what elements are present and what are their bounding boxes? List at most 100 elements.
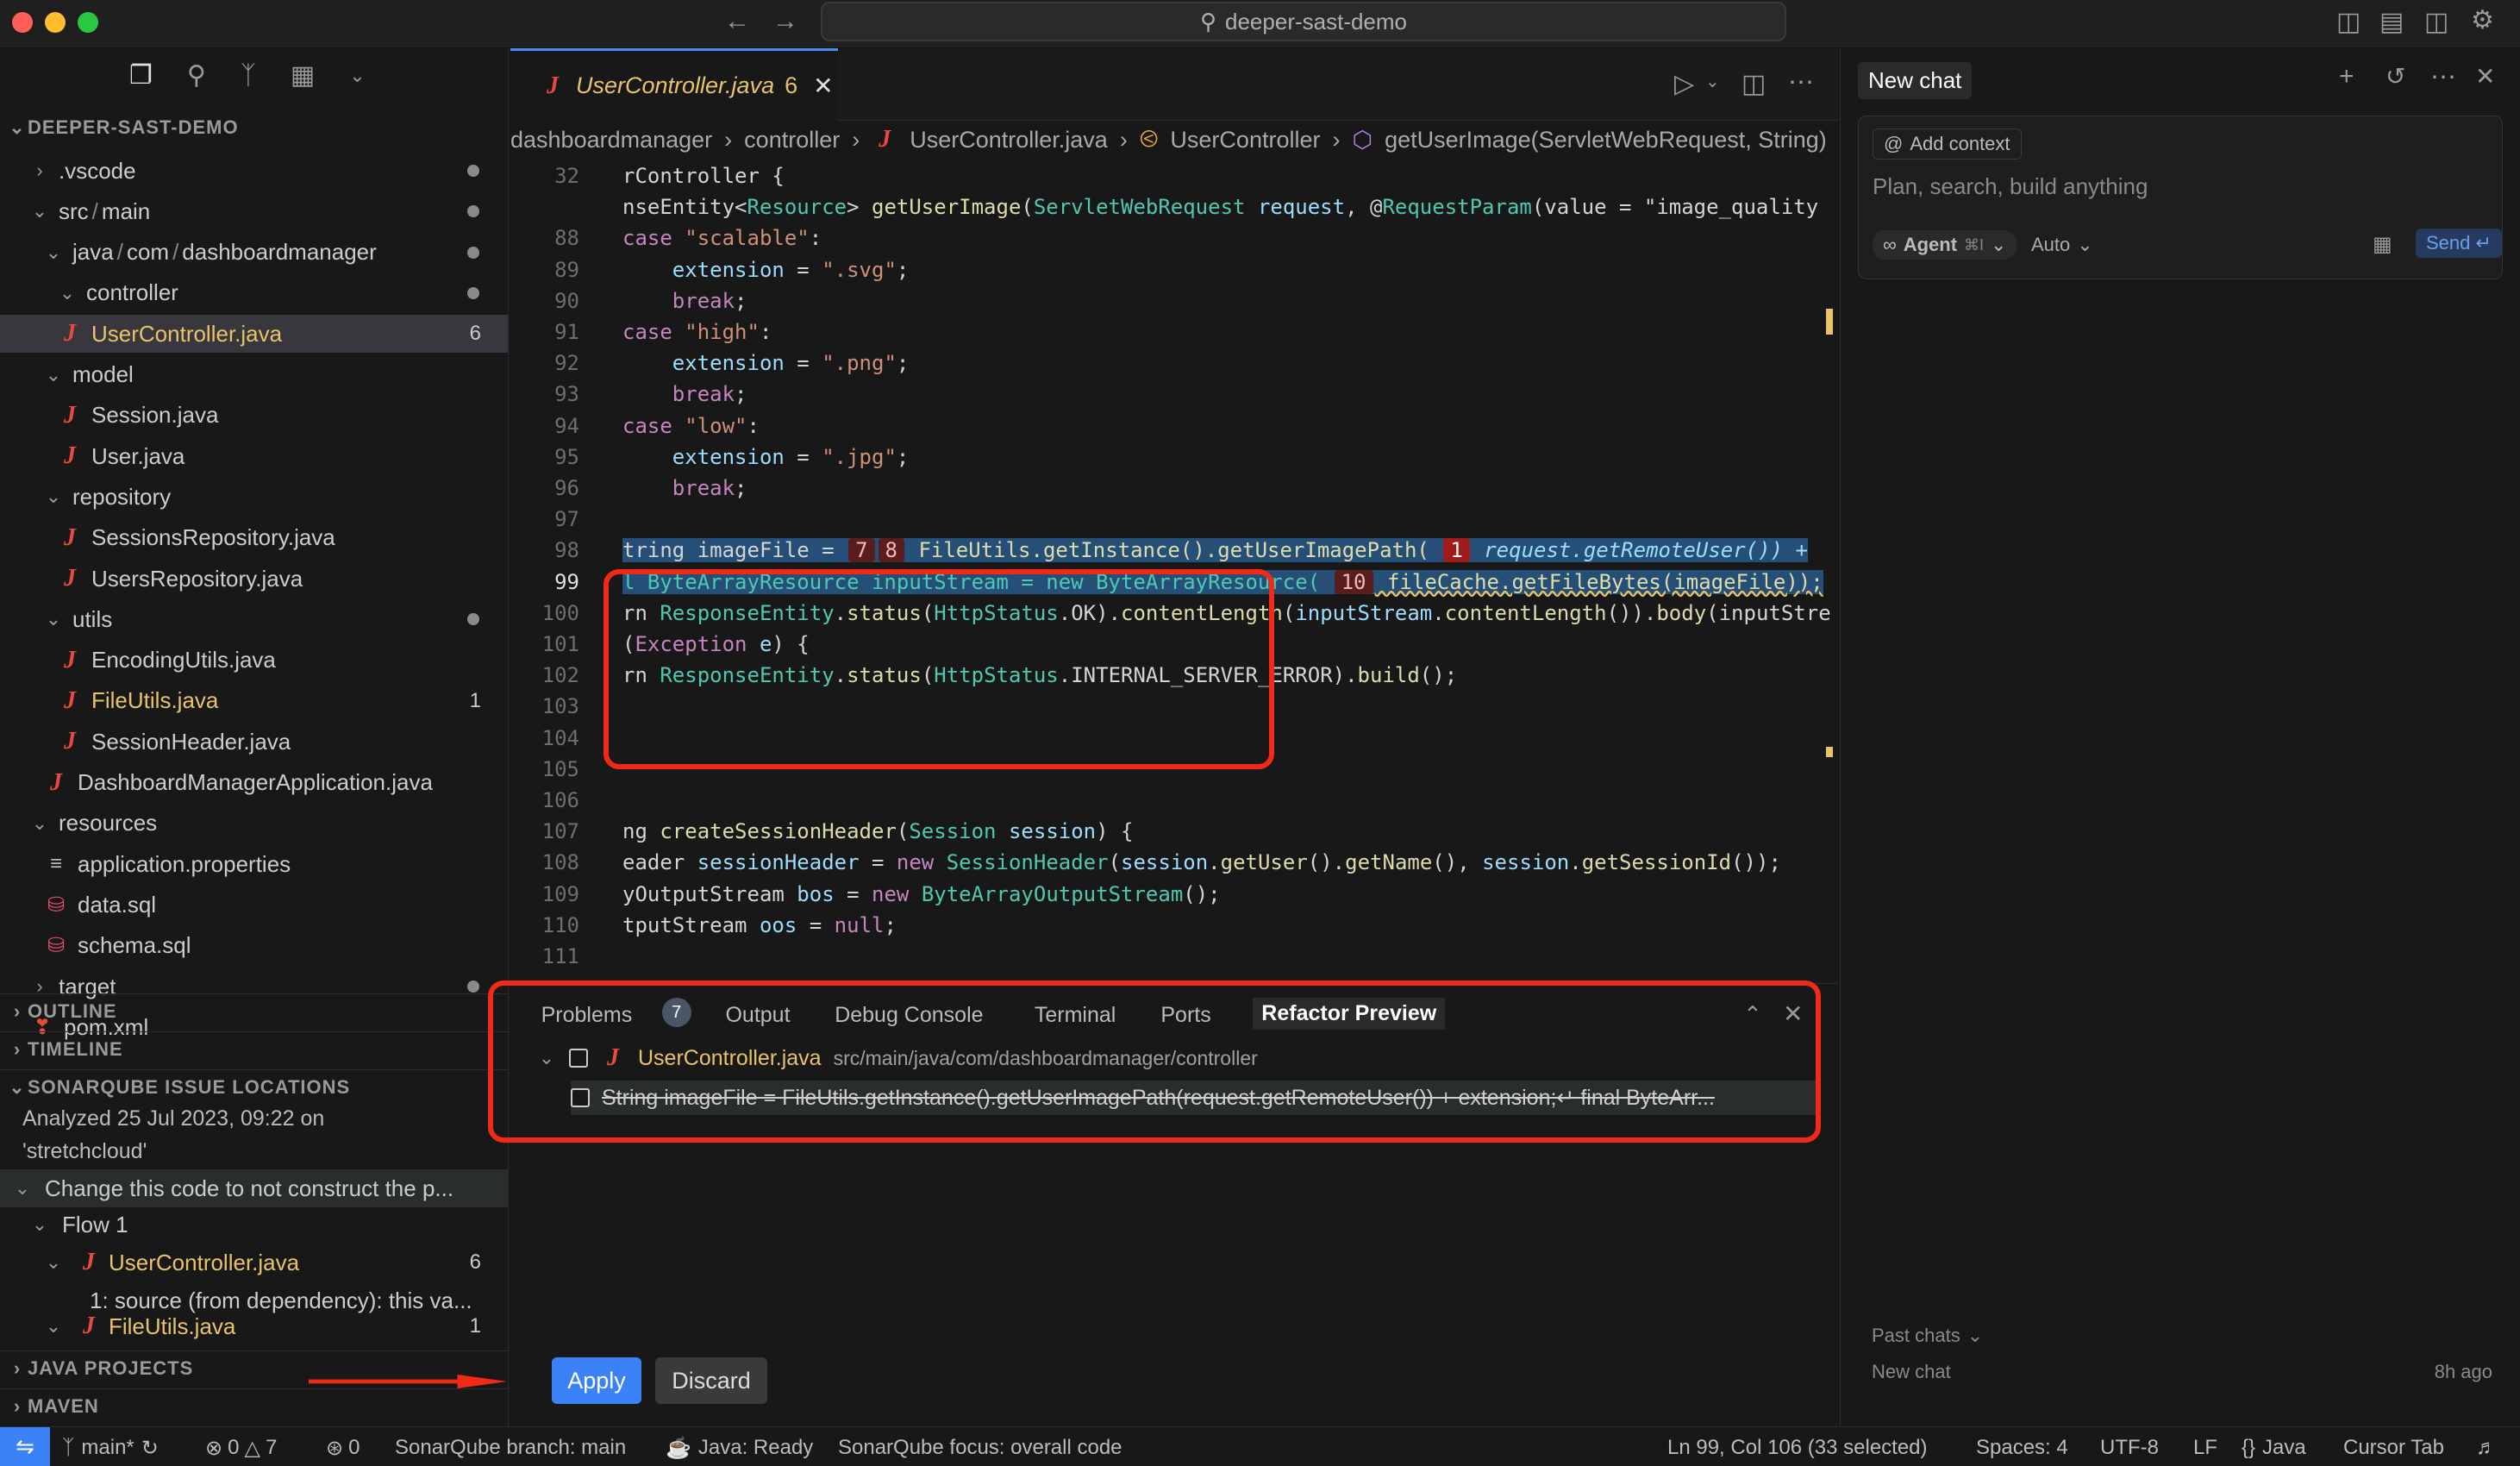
tree-item[interactable]: JSessionsRepository.java: [0, 519, 509, 557]
branch-label: main*: [81, 1436, 134, 1461]
branch-indicator[interactable]: ᛉ main* ↻: [62, 1436, 159, 1461]
close-icon[interactable]: ✕: [2475, 62, 2495, 91]
sync-icon: ↻: [141, 1436, 159, 1461]
command-center-search[interactable]: ⚲ deeper-sast-demo: [821, 2, 1786, 41]
extensions-icon[interactable]: ▦: [291, 60, 315, 91]
discard-button[interactable]: Discard: [655, 1357, 767, 1404]
chat-input-box[interactable]: @Add context Plan, search, build anythin…: [1858, 116, 2503, 279]
indentation-status[interactable]: Spaces: 4: [1976, 1436, 2068, 1460]
outline-section[interactable]: › OUTLINE: [0, 993, 509, 1028]
maximize-window-button[interactable]: [78, 12, 98, 33]
database-icon: ⛁: [43, 933, 69, 958]
encoding-status[interactable]: UTF-8: [2100, 1436, 2159, 1460]
sonar-issue-item[interactable]: ⌄ Change this code to not construct the …: [0, 1169, 509, 1207]
sonar-focus-status[interactable]: SonarQube focus: overall code: [838, 1436, 1122, 1460]
tab-usercontroller[interactable]: J UserController.java 6 ✕: [510, 48, 838, 121]
image-icon[interactable]: ▦: [2373, 232, 2392, 257]
tree-item[interactable]: JUserController.java6: [0, 315, 509, 353]
forward-arrow-icon[interactable]: →: [772, 7, 798, 36]
code-text: FileUtils.getInstance().getUserImagePath…: [906, 538, 1441, 562]
close-window-button[interactable]: [12, 12, 33, 33]
send-button[interactable]: Send↵: [2416, 229, 2502, 258]
split-editor-icon[interactable]: ◫: [1741, 69, 1766, 99]
source-control-icon[interactable]: ᛉ: [241, 60, 256, 91]
breadcrumb-item[interactable]: getUserImage(ServletWebRequest, String): [1385, 127, 1827, 153]
chat-placeholder: Plan, search, build anything: [1873, 173, 2148, 200]
tree-item[interactable]: JUser.java: [0, 437, 509, 475]
tree-item[interactable]: JSession.java: [0, 397, 509, 435]
language-status[interactable]: {}Java: [2242, 1436, 2306, 1460]
issue-badge[interactable]: 7: [848, 538, 874, 562]
agent-mode-dropdown[interactable]: ∞ Agent ⌘I ⌄: [1873, 230, 2017, 260]
apply-button[interactable]: Apply: [552, 1357, 641, 1404]
tree-item[interactable]: JDashboardManagerApplication.java: [0, 764, 509, 802]
cursor-position[interactable]: Ln 99, Col 106 (33 selected): [1667, 1436, 1928, 1460]
tree-item[interactable]: ⛁data.sql: [0, 886, 509, 924]
issue-badge[interactable]: 8: [879, 538, 904, 562]
more-icon[interactable]: ⋯: [2430, 62, 2456, 92]
tree-item-label: Session.java: [91, 402, 218, 429]
remote-icon[interactable]: ⇋: [0, 1427, 50, 1466]
tree-item[interactable]: ›.vscode: [0, 152, 509, 190]
sonarqube-section[interactable]: ⌄ SONARQUBE ISSUE LOCATIONS: [0, 1069, 509, 1104]
past-chats-header[interactable]: Past chats ⌄: [1872, 1325, 1983, 1347]
chat-tab-new[interactable]: New chat: [1858, 62, 1972, 99]
cursor-tab-status[interactable]: Cursor Tab: [2343, 1436, 2444, 1460]
minimize-window-button[interactable]: [45, 12, 66, 33]
more-actions-icon[interactable]: ⋯: [1788, 67, 1814, 97]
toggle-panel-icon[interactable]: ▤: [2379, 7, 2404, 37]
tree-item[interactable]: JFileUtils.java1: [0, 682, 509, 720]
back-arrow-icon[interactable]: ←: [724, 7, 750, 36]
ports-indicator[interactable]: ⊛0: [326, 1436, 360, 1461]
explorer-root-header[interactable]: ⌄ DEEPER-SAST-DEMO: [0, 110, 509, 145]
past-chats-label: Past chats: [1872, 1325, 1960, 1347]
tree-item[interactable]: JSessionHeader.java: [0, 723, 509, 761]
tree-item[interactable]: ⌄model: [0, 356, 509, 394]
tree-item[interactable]: ⌄repository: [0, 478, 509, 516]
issue-badge[interactable]: 10: [1335, 570, 1373, 594]
breadcrumb-item[interactable]: dashboardmanager: [510, 127, 712, 153]
tree-item[interactable]: ⛁schema.sql: [0, 927, 509, 965]
flow-file-item[interactable]: ⌄ J UserController.java 6: [43, 1244, 509, 1281]
tree-item[interactable]: ⌄controller: [0, 274, 509, 312]
sonar-branch-status[interactable]: SonarQube branch: main: [395, 1436, 626, 1460]
flow-item[interactable]: ⌄ Flow 1: [29, 1206, 128, 1244]
chevron-down-icon[interactable]: ⌄: [349, 60, 365, 91]
files-icon[interactable]: ❐: [129, 60, 153, 91]
search-icon[interactable]: ⚲: [187, 60, 206, 91]
analysis-host: 'stretchcloud': [22, 1135, 324, 1168]
breadcrumb-item[interactable]: UserController: [1170, 127, 1320, 153]
maven-section[interactable]: › MAVEN: [0, 1388, 509, 1423]
tree-item[interactable]: ⌄java/com/dashboardmanager: [0, 234, 509, 272]
problems-indicator[interactable]: ⊗0 △7: [205, 1436, 277, 1461]
breadcrumb-item[interactable]: controller: [744, 127, 840, 153]
java-status[interactable]: ☕Java: Ready: [666, 1436, 813, 1461]
chevron-down-icon[interactable]: ⌄: [1705, 71, 1720, 92]
tree-item[interactable]: JEncodingUtils.java: [0, 642, 509, 680]
run-icon[interactable]: ▷: [1674, 69, 1694, 99]
maven-label: MAVEN: [28, 1395, 99, 1418]
timeline-section[interactable]: › TIMELINE: [0, 1031, 509, 1066]
model-dropdown[interactable]: Auto ⌄: [2031, 234, 2093, 256]
history-icon[interactable]: ↺: [2386, 62, 2405, 91]
add-context-button[interactable]: @Add context: [1873, 128, 2022, 160]
tree-item[interactable]: ⌄resources: [0, 805, 509, 843]
issue-badge[interactable]: 1: [1443, 538, 1469, 562]
toggle-sidebar-icon[interactable]: ◫: [2336, 7, 2361, 37]
coffee-icon: ☕: [666, 1436, 691, 1461]
tree-item[interactable]: ⌄src/main: [0, 192, 509, 230]
past-chat-item[interactable]: New chat 8h ago: [1872, 1361, 2492, 1383]
java-file-icon: J: [57, 442, 83, 470]
modified-dot: [467, 980, 479, 993]
close-tab-icon[interactable]: ✕: [813, 72, 833, 100]
tree-item[interactable]: ≡application.properties: [0, 845, 509, 883]
settings-gear-icon[interactable]: ⚙: [2471, 5, 2494, 35]
tree-item[interactable]: JUsersRepository.java: [0, 560, 509, 598]
plus-icon[interactable]: +: [2339, 62, 2354, 91]
breadcrumb-item[interactable]: UserController.java: [910, 127, 1108, 153]
flow-file2-item[interactable]: ⌄ J FileUtils.java 1: [43, 1313, 509, 1340]
toggle-secondary-sidebar-icon[interactable]: ◫: [2424, 7, 2448, 37]
notifications-bell-icon[interactable]: ♬: [2476, 1436, 2497, 1460]
eol-status[interactable]: LF: [2193, 1436, 2217, 1460]
tree-item[interactable]: ⌄utils: [0, 600, 509, 638]
